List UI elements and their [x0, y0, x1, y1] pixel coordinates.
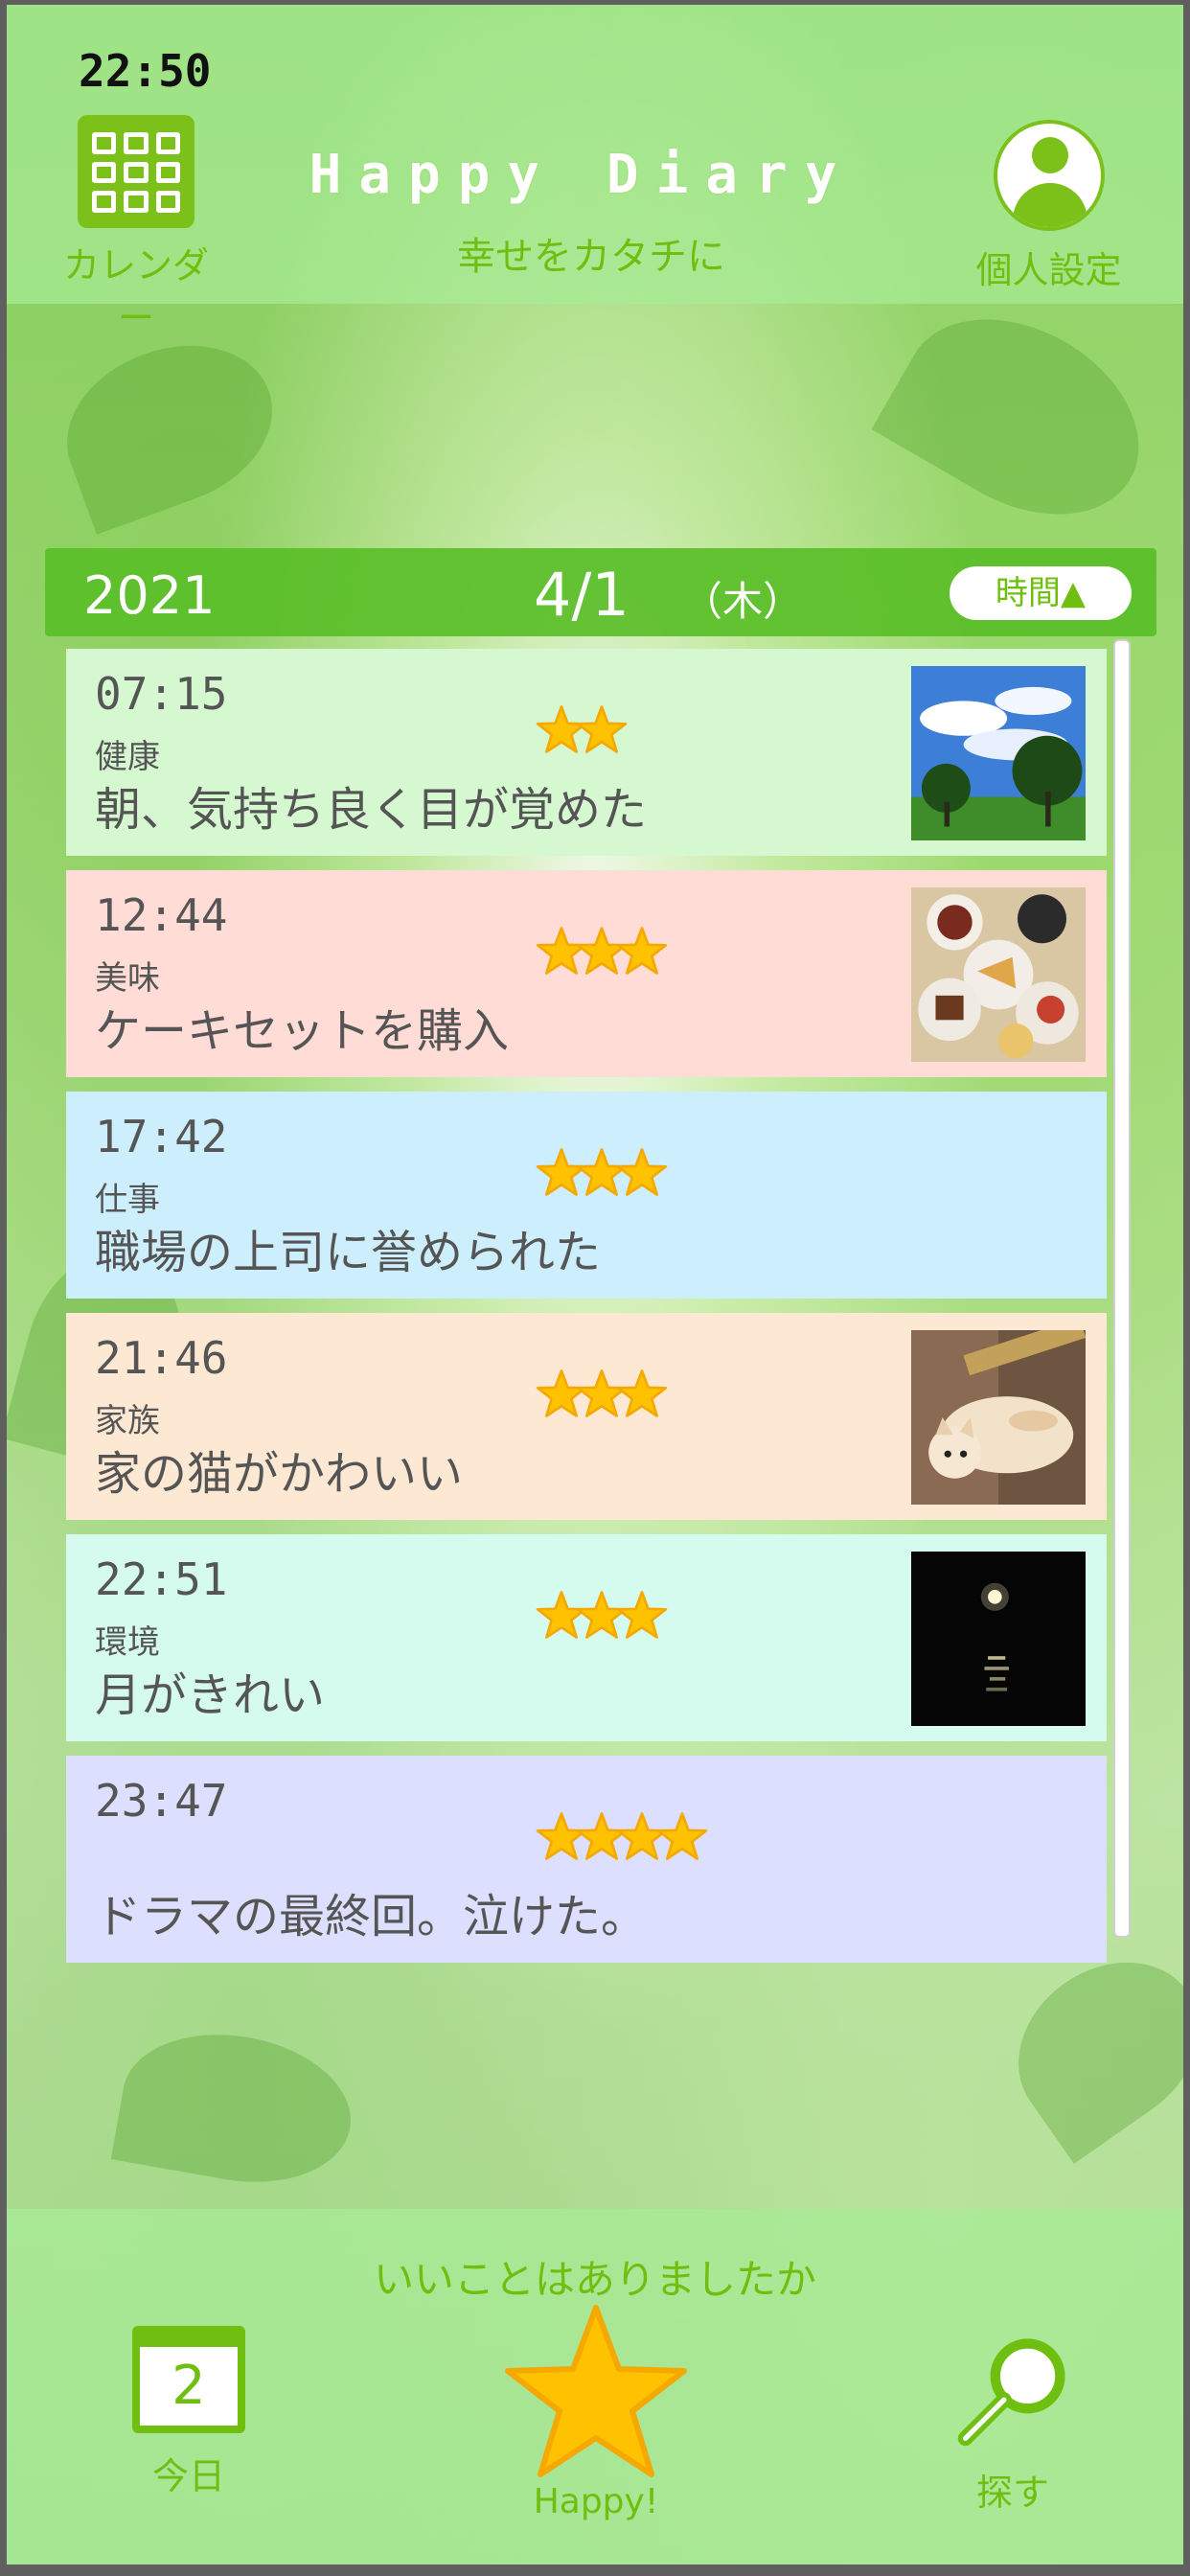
entry-star-rating [536, 1811, 708, 1873]
magnifier-icon [957, 2338, 1065, 2447]
star-icon [576, 926, 628, 987]
diary-entry[interactable]: 23:47 ドラマの最終回。泣けた。 [66, 1756, 1107, 1963]
entry-category: 健康 [95, 738, 160, 776]
entry-category: 仕事 [95, 1181, 160, 1219]
entry-text: 職場の上司に誉められた [95, 1226, 602, 1279]
star-icon [536, 926, 587, 987]
star-icon [536, 1590, 587, 1651]
star-icon [536, 1368, 587, 1430]
entry-time: 23:47 [95, 1775, 228, 1827]
calendar-icon [78, 115, 195, 228]
star-icon [536, 1147, 587, 1208]
star-icon [576, 1147, 628, 1208]
entry-time: 17:42 [95, 1111, 228, 1162]
star-icon [536, 704, 587, 766]
search-button[interactable]: 探す [936, 2329, 1089, 2520]
star-icon [616, 1811, 668, 1873]
today-calendar-icon: 2 [132, 2326, 245, 2433]
diary-entry[interactable]: 12:44 美味ケーキセットを購入 [66, 870, 1107, 1077]
star-icon [656, 1811, 708, 1873]
star-icon [576, 704, 628, 766]
diary-entry[interactable]: 22:51 環境月がきれい [66, 1534, 1107, 1741]
status-clock: 22:50 [79, 45, 212, 97]
footer-prompt: いいことはありましたか [373, 2256, 816, 2303]
entry-time: 22:51 [95, 1553, 228, 1605]
entry-time: 12:44 [95, 889, 228, 941]
date-weekday: （木） [682, 578, 804, 625]
entry-photo-thumbnail[interactable] [911, 887, 1086, 1062]
entry-photo-thumbnail[interactable] [911, 1318, 1087, 1505]
star-icon [616, 1147, 668, 1208]
calendar-label: カレンダー [62, 244, 209, 339]
diary-entry[interactable]: 17:42 仕事職場の上司に誉められた [66, 1092, 1107, 1299]
profile-settings-label: 個人設定 [975, 249, 1122, 291]
list-scrollbar[interactable] [1113, 639, 1131, 1938]
app-subtitle: 幸せをカタチに [457, 235, 725, 279]
calendar-button[interactable]: カレンダー [50, 115, 222, 339]
happy-add-button[interactable]: Happy! [500, 2300, 692, 2540]
entry-star-rating [536, 1590, 668, 1651]
entry-text: 家の猫がかわいい [95, 1447, 464, 1501]
entry-photo-thumbnail[interactable] [911, 666, 1086, 840]
user-icon [993, 120, 1105, 231]
entry-category: 家族 [95, 1402, 160, 1440]
bottom-bar: いいことはありましたか 2 今日 Happy! 探す [7, 2209, 1183, 2564]
entry-star-rating [536, 1368, 668, 1430]
date-month-day: 4/1 [534, 560, 629, 630]
entry-photo-thumbnail[interactable] [911, 1552, 1086, 1726]
background-leaf [44, 318, 295, 535]
search-label: 探す [975, 2472, 1049, 2514]
sort-by-time-button[interactable]: 時間▲ [950, 566, 1132, 620]
diary-entry-list[interactable]: 07:15 健康朝、気持ち良く目が覚めた 12:44 美味ケーキセットを購入 17:42… [66, 649, 1107, 1977]
star-icon [536, 1811, 587, 1873]
star-icon [576, 1590, 628, 1651]
app-title: Happy Diary [309, 144, 855, 206]
today-label: 今日 [151, 2455, 225, 2497]
star-icon [576, 1368, 628, 1430]
happy-label: Happy! [533, 2482, 659, 2521]
app-screen: 22:50 カレンダー Happy Diary 幸せをカタチに 個人設定 202… [7, 5, 1183, 2564]
entry-time: 07:15 [95, 668, 228, 720]
entry-text: ケーキセットを購入 [95, 1004, 510, 1058]
date-year: 2021 [83, 565, 216, 626]
profile-settings-button[interactable]: 個人設定 [955, 120, 1142, 297]
star-icon [616, 1368, 668, 1430]
app-header: 22:50 カレンダー Happy Diary 幸せをカタチに 個人設定 [7, 5, 1183, 339]
entry-category: 美味 [95, 959, 160, 998]
entry-text: 月がきれい [95, 1668, 326, 1722]
today-button[interactable]: 2 今日 [107, 2326, 270, 2518]
entry-time: 21:46 [95, 1332, 228, 1384]
device-frame: 22:50 カレンダー Happy Diary 幸せをカタチに 個人設定 202… [0, 0, 1190, 2576]
entry-star-rating [536, 926, 668, 987]
background-leaf [871, 280, 1174, 554]
entry-star-rating [536, 704, 628, 766]
star-icon [616, 1590, 668, 1651]
entry-star-rating [536, 1147, 668, 1208]
entry-text: ドラマの最終回。泣けた。 [95, 1890, 648, 1944]
entry-category: 環境 [95, 1623, 160, 1662]
star-icon [576, 1811, 628, 1873]
big-star-icon [505, 2305, 687, 2477]
diary-entry[interactable]: 07:15 健康朝、気持ち良く目が覚めた [66, 649, 1107, 856]
star-icon [616, 926, 668, 987]
date-bar: 2021 4/1 （木） 時間▲ [45, 548, 1156, 636]
diary-entry[interactable]: 21:46 家族家の猫がかわいい [66, 1313, 1107, 1520]
entry-text: 朝、気持ち良く目が覚めた [95, 783, 648, 837]
background-leaf [110, 2017, 363, 2199]
